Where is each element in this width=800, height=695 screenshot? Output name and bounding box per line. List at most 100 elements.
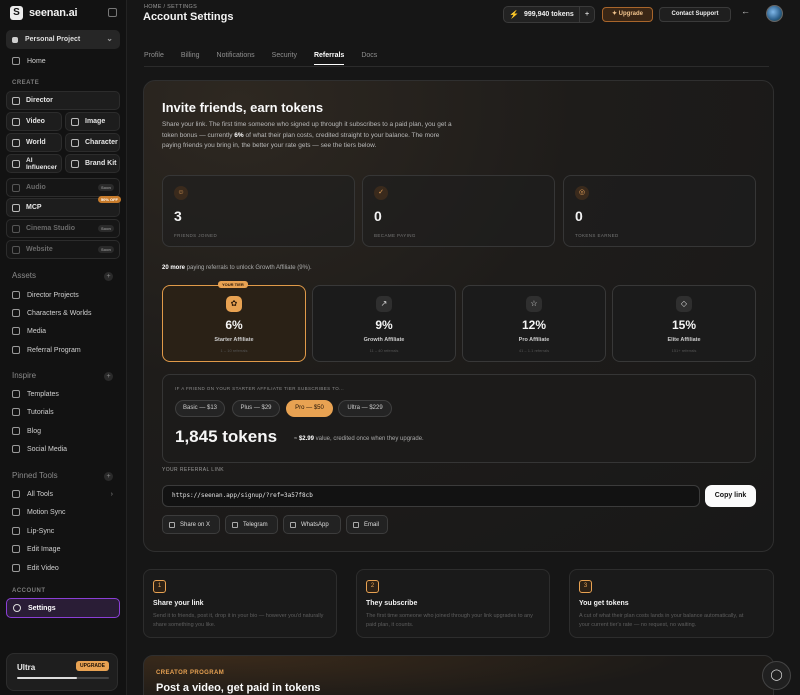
share-label: Email [364,521,380,528]
step-title: They subscribe [366,600,418,607]
sidebar-item-media[interactable]: Media [6,322,46,340]
tool-world[interactable]: World [6,133,62,152]
characters-icon [12,309,20,317]
tool-video[interactable]: Video [6,112,62,131]
logo[interactable]: S seenan.ai [10,6,78,20]
sidebar-item-label: Media [27,327,47,335]
add-inspire-icon[interactable]: + [104,372,113,381]
sidebar-item-templates[interactable]: Templates [6,385,59,403]
desc-percent: 6% [234,131,244,139]
tool-mcp[interactable]: MCP 50% OFF [6,196,121,217]
discount-badge: 50% OFF [97,196,121,203]
back-arrow-icon[interactable]: ← [741,6,750,16]
plan-option-plus[interactable]: Plus — $29 [232,400,280,417]
step-number: 2 [366,580,379,593]
plan-option-basic[interactable]: Basic — $13 [175,400,225,417]
sidebar-item-lip-sync[interactable]: Lip-Sync [6,522,54,540]
plan-option-pro[interactable]: Pro — $50 [286,400,333,417]
referral-link-field[interactable]: https://seenan.app/signup/?ref=3a57f8cb [162,485,700,507]
tab-notifications[interactable]: Notifications [217,52,255,65]
stat-label: BECAME PAYING [374,233,416,238]
tab-security[interactable]: Security [272,52,297,65]
sidebar-item-social-media[interactable]: Social Media [6,440,67,458]
sidebar-item-blog[interactable]: Blog [6,422,41,440]
sidebar-item-motion-sync[interactable]: Motion Sync [6,503,66,521]
creator-program-label: CREATOR PROGRAM [156,670,225,676]
plan-name: Ultra [17,663,36,672]
tab-profile[interactable]: Profile [144,52,164,65]
tool-image[interactable]: Image [65,112,120,131]
share-label: Share on X [180,521,211,528]
tab-billing[interactable]: Billing [181,52,200,65]
share-x-button[interactable]: Share on X [162,515,220,534]
upgrade-label: Upgrade [618,11,644,17]
sidebar-item-tutorials[interactable]: Tutorials [6,403,54,421]
page-title: Account Settings [143,11,234,23]
step-description: The first time someone who joined throug… [366,613,533,628]
sidebar-item-settings[interactable]: Settings [6,598,120,618]
your-tier-badge: YOUR TIER [218,281,248,288]
sidebar-item-director-projects[interactable]: Director Projects [6,286,79,304]
chat-bubble-icon[interactable]: ◯ [762,661,791,690]
contact-support-button[interactable]: Contact Support [659,7,731,22]
sidebar-item-edit-image[interactable]: Edit Image [6,540,60,558]
tier-growth: ↗ 9% Growth Affiliate 11 – 40 referrals [312,285,456,362]
tab-docs[interactable]: Docs [361,52,377,65]
sidebar-item-label: Edit Image [27,545,61,553]
share-email-button[interactable]: Email [346,515,388,534]
sidebar-item-label: Templates [27,390,59,398]
audio-icon [12,183,20,192]
stat-value: 0 [374,208,382,224]
inspire-section-title: Inspire [12,371,37,380]
tool-brand-kit[interactable]: Brand Kit [65,154,120,173]
project-selector[interactable]: Personal Project ⌄ [6,30,120,49]
share-label: WhatsApp [301,521,329,528]
tool-website[interactable]: Website Soon [6,240,120,259]
calculated-value: ≈ $2.99 value, credited once when they u… [294,436,424,442]
sidebar-item-all-tools[interactable]: All Tools › [6,485,120,503]
tier-name: Growth Affiliate [363,337,405,343]
home-icon [12,57,20,65]
video-icon [12,117,20,126]
sidebar-item-edit-video[interactable]: Edit Video [6,559,59,577]
share-telegram-button[interactable]: Telegram [225,515,278,534]
plan-card: Ultra UPGRADE [6,653,118,691]
plan-usage-fill [17,677,77,679]
mail-icon [353,521,359,528]
project-icon [12,36,18,43]
tool-cinema-studio[interactable]: Cinema Studio Soon [6,219,120,238]
creator-program-card: CREATOR PROGRAM Post a video, get paid i… [143,655,774,695]
blog-icon [12,427,20,435]
add-asset-icon[interactable]: + [104,272,113,281]
folder-icon [12,291,20,299]
tool-character[interactable]: Character [65,133,120,152]
sidebar-item-referral-program[interactable]: Referral Program [6,341,81,359]
copy-link-button[interactable]: Copy link [705,485,756,507]
tool-ai-influencer[interactable]: AI Influencer [6,154,62,173]
x-logo-icon [169,521,175,528]
sidebar-item-label: Director Projects [27,291,79,299]
soon-badge: Soon [98,246,114,253]
tab-referrals[interactable]: Referrals [313,52,345,65]
add-tokens-button[interactable]: + [579,7,594,22]
token-balance[interactable]: ⚡ 999,940 tokens + [503,6,595,23]
logo-icon: S [10,6,23,20]
sprout-icon: ✿ [226,296,242,312]
plan-upgrade-button[interactable]: UPGRADE [75,661,109,671]
plan-option-ultra[interactable]: Ultra — $229 [338,400,392,417]
stat-label: FRIENDS JOINED [174,233,218,238]
tool-audio[interactable]: Audio Soon [6,178,120,197]
collapse-sidebar-icon[interactable] [108,8,117,17]
add-pinned-icon[interactable]: + [104,472,113,481]
calculated-tokens: 1,845 tokens [175,427,278,446]
tier-percent: 6% [225,318,243,332]
avatar[interactable] [766,5,783,22]
tutorials-icon [12,408,20,416]
share-whatsapp-button[interactable]: WhatsApp [283,515,341,534]
pinned-section-title: Pinned Tools [12,471,58,480]
grid-icon [12,490,20,498]
upgrade-button[interactable]: ✦ Upgrade [602,7,653,22]
sidebar-item-home[interactable]: Home [6,52,46,70]
sidebar-item-characters-worlds[interactable]: Characters & Worlds [6,304,91,322]
tool-director[interactable]: Director [6,91,120,110]
